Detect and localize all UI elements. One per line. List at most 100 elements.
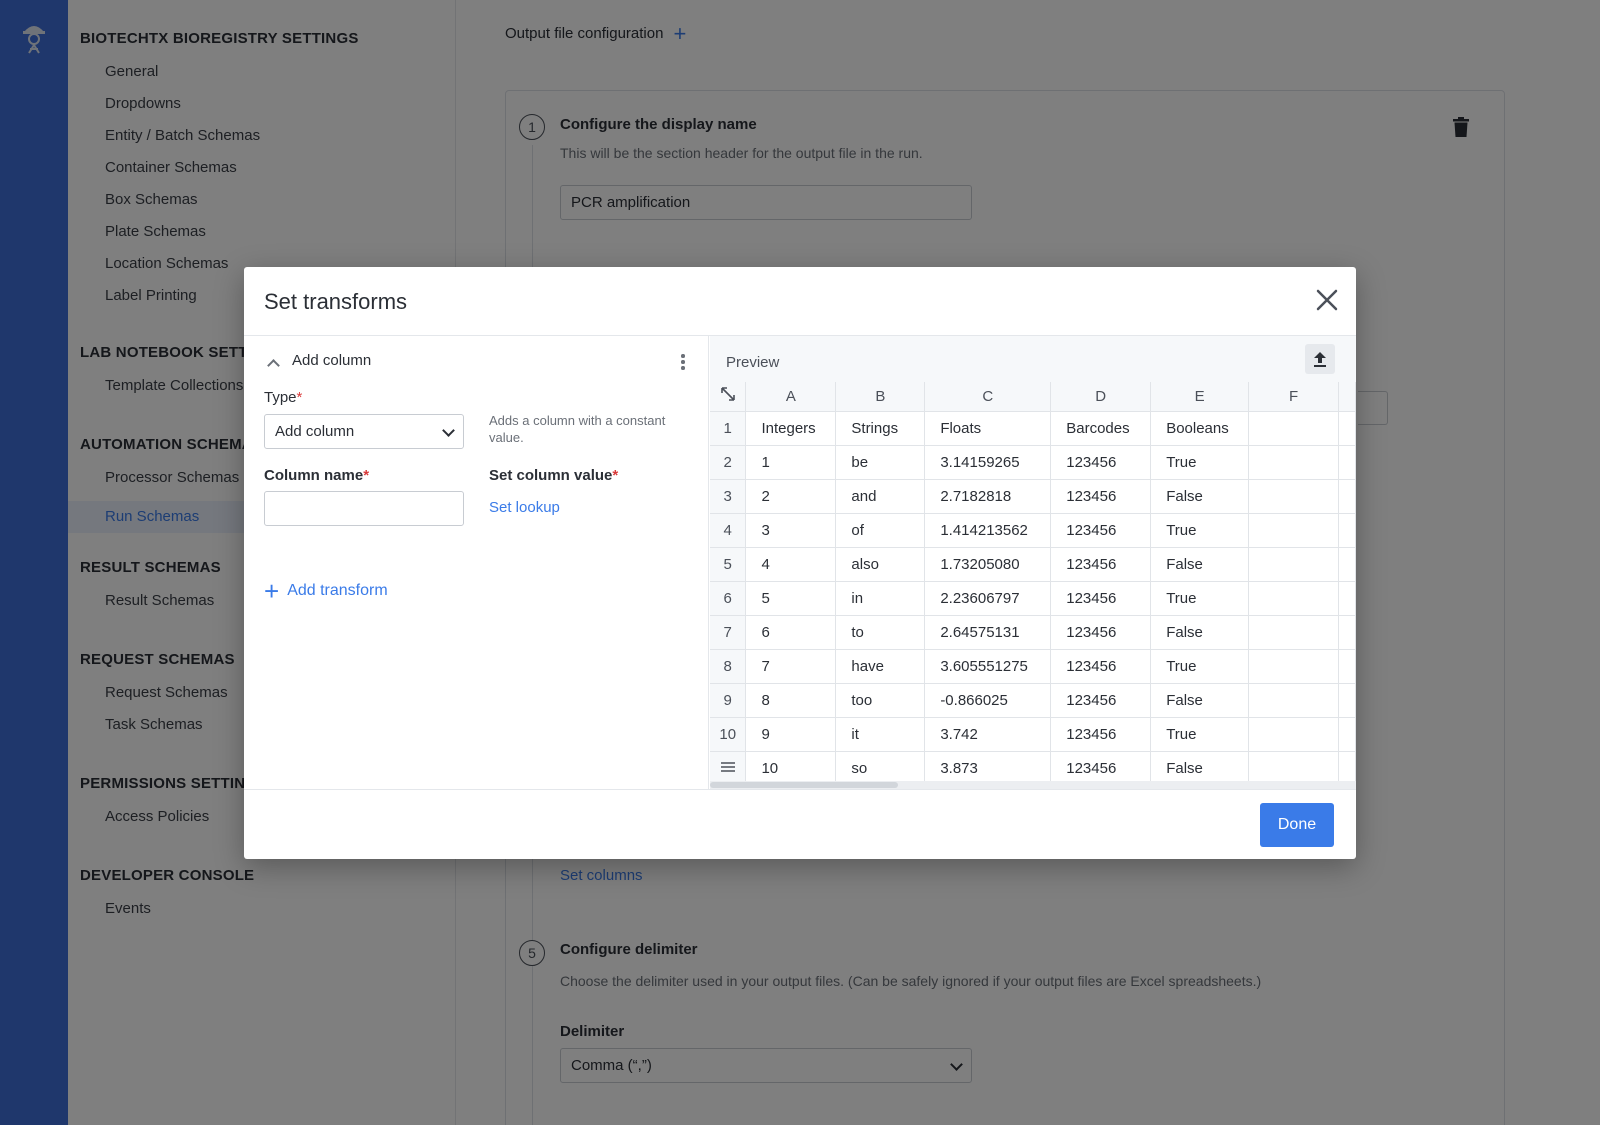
table-cell[interactable]: False (1150, 751, 1250, 786)
table-cell[interactable]: 5 (745, 581, 837, 616)
add-transform-button[interactable]: + Add transform (264, 578, 388, 604)
table-cell[interactable]: Floats (924, 411, 1052, 446)
required-marker: * (296, 389, 303, 406)
set-lookup-link[interactable]: Set lookup (489, 499, 560, 516)
table-cell[interactable]: of (835, 513, 926, 548)
row-number[interactable]: 8 (710, 649, 747, 684)
table-cell[interactable]: 123456 (1050, 751, 1152, 786)
table-cell[interactable] (1248, 751, 1339, 786)
table-cell[interactable]: True (1150, 445, 1250, 480)
scrollbar-thumb[interactable] (710, 782, 898, 788)
table-cell[interactable]: False (1150, 683, 1250, 718)
table-cell[interactable]: 1.73205080 (924, 547, 1052, 582)
row-number[interactable]: 3 (710, 479, 747, 514)
table-cell[interactable]: 10 (745, 751, 837, 786)
row-number[interactable]: 9 (710, 683, 747, 718)
table-cell[interactable]: 123456 (1050, 547, 1152, 582)
table-cell[interactable]: it (835, 717, 926, 752)
row-handle-icon[interactable] (710, 751, 747, 786)
table-cell[interactable]: too (835, 683, 926, 718)
table-cell[interactable]: 3.873 (924, 751, 1052, 786)
table-cell[interactable]: -0.866025 (924, 683, 1052, 718)
transform-header[interactable]: Add column (292, 352, 371, 369)
preview-grid[interactable]: A B C D E F 1 Integers Strings Floats Barcod… (710, 382, 1356, 786)
table-cell[interactable]: in (835, 581, 926, 616)
table-cell[interactable]: also (835, 547, 926, 582)
column-letter[interactable]: D (1050, 382, 1152, 412)
table-cell[interactable]: 2 (745, 479, 837, 514)
table-cell[interactable]: 123456 (1050, 649, 1152, 684)
table-cell[interactable]: Strings (835, 411, 926, 446)
table-cell[interactable] (1248, 649, 1339, 684)
table-cell[interactable] (1248, 547, 1339, 582)
table-cell[interactable]: have (835, 649, 926, 684)
table-cell[interactable]: 123456 (1050, 513, 1152, 548)
table-cell[interactable]: 1 (745, 445, 837, 480)
table-cell[interactable]: False (1150, 479, 1250, 514)
row-number[interactable]: 5 (710, 547, 747, 582)
close-icon[interactable] (1314, 287, 1340, 313)
table-cell[interactable]: 123456 (1050, 683, 1152, 718)
row-number[interactable]: 2 (710, 445, 747, 480)
table-cell[interactable]: 1.414213562 (924, 513, 1052, 548)
table-cell[interactable]: 9 (745, 717, 837, 752)
row-number[interactable]: 10 (710, 717, 747, 752)
table-cell[interactable]: 2.7182818 (924, 479, 1052, 514)
column-name-input[interactable] (264, 491, 464, 526)
expand-icon[interactable] (710, 382, 747, 412)
row-number[interactable]: 1 (710, 411, 747, 446)
table-cell[interactable]: 3.742 (924, 717, 1052, 752)
column-letter[interactable]: F (1248, 382, 1339, 412)
chevron-up-icon[interactable] (267, 359, 280, 372)
table-cell[interactable]: True (1150, 581, 1250, 616)
row-number[interactable]: 7 (710, 615, 747, 650)
table-cell[interactable] (1248, 717, 1339, 752)
column-name-label: Column name* (264, 467, 369, 484)
column-letter[interactable]: C (924, 382, 1052, 412)
type-select[interactable]: Add column (264, 414, 464, 449)
table-cell[interactable] (1248, 683, 1339, 718)
table-cell[interactable]: to (835, 615, 926, 650)
grid-edge-cell (1338, 411, 1356, 446)
more-options-icon[interactable] (680, 354, 686, 372)
table-cell[interactable]: 3 (745, 513, 837, 548)
table-cell[interactable]: 7 (745, 649, 837, 684)
table-cell[interactable]: True (1150, 717, 1250, 752)
table-cell[interactable]: Integers (745, 411, 837, 446)
table-cell[interactable]: 8 (745, 683, 837, 718)
done-button[interactable]: Done (1260, 803, 1334, 847)
table-cell[interactable]: 123456 (1050, 615, 1152, 650)
table-cell[interactable]: 3.14159265 (924, 445, 1052, 480)
table-cell[interactable]: so (835, 751, 926, 786)
table-cell[interactable]: 2.23606797 (924, 581, 1052, 616)
table-cell[interactable]: 3.605551275 (924, 649, 1052, 684)
table-cell[interactable] (1248, 513, 1339, 548)
table-cell[interactable]: False (1150, 615, 1250, 650)
horizontal-scrollbar[interactable] (710, 781, 1356, 789)
table-cell[interactable]: Booleans (1150, 411, 1250, 446)
table-cell[interactable]: 6 (745, 615, 837, 650)
table-cell[interactable]: True (1150, 649, 1250, 684)
row-number[interactable]: 4 (710, 513, 747, 548)
column-letter[interactable]: E (1150, 382, 1250, 412)
table-cell[interactable]: 123456 (1050, 445, 1152, 480)
table-cell[interactable] (1248, 581, 1339, 616)
table-cell[interactable]: be (835, 445, 926, 480)
column-letter[interactable]: A (745, 382, 837, 412)
table-cell[interactable]: 4 (745, 547, 837, 582)
table-cell[interactable]: and (835, 479, 926, 514)
table-cell[interactable]: 2.64575131 (924, 615, 1052, 650)
table-cell[interactable]: 123456 (1050, 717, 1152, 752)
table-cell[interactable]: Barcodes (1050, 411, 1152, 446)
upload-icon[interactable] (1305, 344, 1335, 374)
row-number[interactable]: 6 (710, 581, 747, 616)
table-cell[interactable] (1248, 615, 1339, 650)
table-cell[interactable]: True (1150, 513, 1250, 548)
table-cell[interactable]: False (1150, 547, 1250, 582)
column-letter[interactable]: B (835, 382, 926, 412)
table-cell[interactable]: 123456 (1050, 479, 1152, 514)
table-cell[interactable] (1248, 479, 1339, 514)
table-cell[interactable]: 123456 (1050, 581, 1152, 616)
table-cell[interactable] (1248, 445, 1339, 480)
table-cell[interactable] (1248, 411, 1339, 446)
